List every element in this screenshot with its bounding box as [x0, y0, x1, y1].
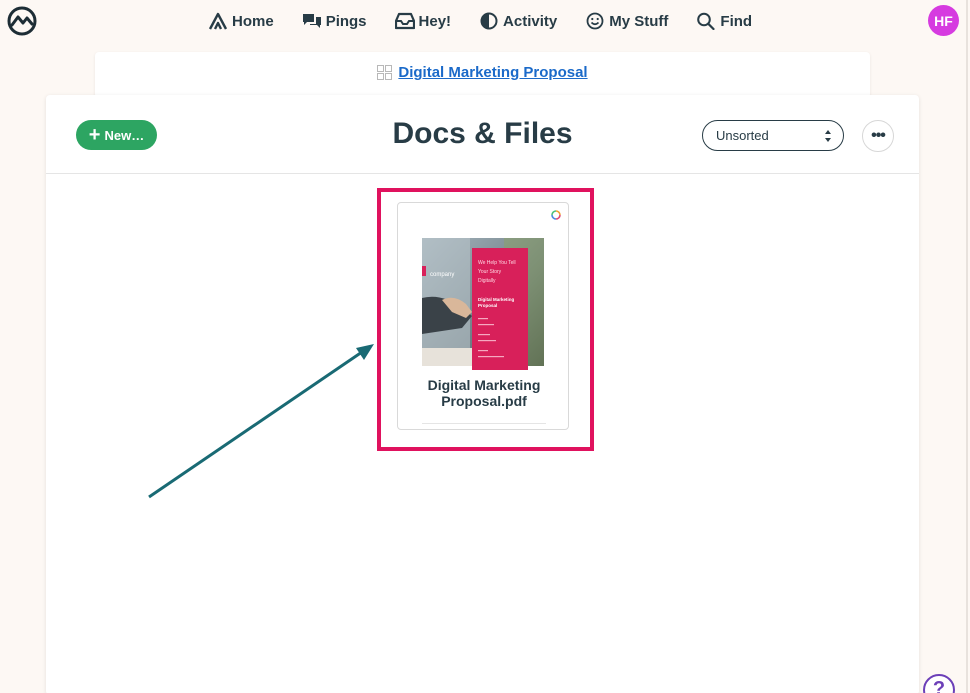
breadcrumb-card: Digital Marketing Proposal	[95, 52, 870, 98]
file-card[interactable]: company We Help You Tell Your Story Digi…	[397, 202, 569, 430]
file-name[interactable]: Digital Marketing Proposal.pdf	[398, 377, 570, 409]
thumb-tagline-2: Your Story	[478, 269, 502, 275]
activity-icon	[480, 12, 498, 30]
sort-select[interactable]: Unsorted	[702, 120, 844, 151]
search-icon	[697, 12, 716, 30]
nav-hey[interactable]: Hey!	[394, 9, 452, 33]
nav-find-label: Find	[720, 12, 753, 30]
thumb-tagline-1: We Help You Tell	[478, 260, 516, 266]
grid-icon	[377, 65, 393, 80]
basecamp-logo-icon[interactable]	[6, 5, 38, 37]
thumb-brand: company	[430, 272, 454, 278]
nav-activity-label: Activity	[503, 12, 558, 30]
inbox-icon	[394, 12, 415, 30]
home-icon	[208, 12, 228, 30]
top-navigation: Home Pings Hey! Activity My Stuff Find H…	[0, 0, 970, 42]
syncing-icon	[551, 210, 561, 220]
file-card-divider	[422, 423, 546, 424]
nav-hey-label: Hey!	[418, 12, 452, 30]
nav-my-stuff[interactable]: My Stuff	[585, 9, 668, 33]
nav-pings[interactable]: Pings	[302, 9, 367, 33]
nav-home-label: Home	[232, 12, 274, 30]
thumb-title-1: Digital Marketing	[478, 297, 515, 302]
sort-select-value: Unsorted	[716, 128, 769, 143]
nav-home[interactable]: Home	[208, 9, 274, 33]
file-thumbnail[interactable]: company We Help You Tell Your Story Digi…	[422, 238, 544, 370]
pings-icon	[302, 14, 321, 28]
nav-my-stuff-label: My Stuff	[609, 12, 669, 30]
avatar[interactable]: HF	[928, 5, 959, 36]
breadcrumb: Digital Marketing Proposal	[95, 64, 870, 81]
smiley-icon	[586, 12, 604, 30]
help-button[interactable]: ?	[923, 674, 955, 693]
card-header: + New… Docs & Files Unsorted •••	[46, 95, 919, 174]
file-name-line-1: Digital Marketing	[427, 377, 541, 393]
more-options-button[interactable]: •••	[862, 120, 894, 152]
select-arrows-icon	[825, 130, 831, 142]
window-edge	[966, 0, 968, 693]
file-name-line-2: Proposal.pdf	[441, 393, 527, 409]
nav-find[interactable]: Find	[696, 9, 752, 33]
nav-pings-label: Pings	[325, 12, 367, 30]
nav-activity[interactable]: Activity	[479, 9, 557, 33]
breadcrumb-project-link[interactable]: Digital Marketing Proposal	[398, 64, 587, 81]
thumb-title-2: Proposal	[478, 303, 497, 308]
thumb-tagline-3: Digitally	[478, 278, 496, 284]
